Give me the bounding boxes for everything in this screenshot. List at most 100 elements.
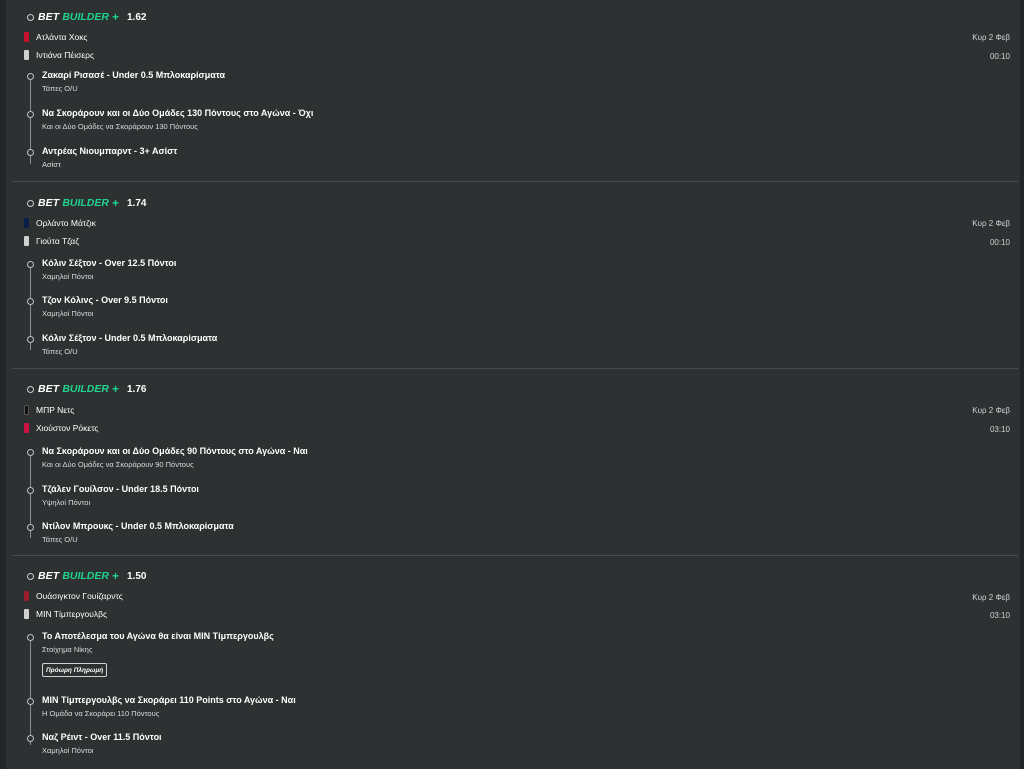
selection-title: Τζάλεν Γουίλσον - Under 18.5 Πόντοι [42, 484, 199, 494]
selection-title: Ντίλον Μπρουκς - Under 0.5 Μπλοκαρίσματα [42, 521, 234, 531]
selection-dot-icon [27, 524, 34, 531]
selection-market: Χαμηλοί Πόντοι [42, 746, 94, 755]
team-row-away: Ιντιάνα Πέισερς [24, 48, 94, 62]
selection-dot-icon [27, 487, 34, 494]
selection-dot-icon [27, 698, 34, 705]
plus-icon: + [111, 10, 119, 24]
selection-market: Τάπες O/U [42, 347, 78, 356]
event-time: 00:10 [989, 238, 1010, 247]
odds-value: 1.74 [127, 197, 147, 209]
selection-dot-icon [27, 735, 34, 742]
selection-title: Αντρέας Νιουμπαρντ - 3+ Ασίστ [42, 146, 178, 156]
team-name: Γιούτα Τζαζ [36, 236, 79, 246]
bet-label: BET [38, 197, 60, 209]
team-name: Ατλάντα Χοκς [36, 32, 88, 42]
jersey-icon [24, 609, 29, 619]
plus-icon: + [111, 382, 119, 396]
jersey-icon [24, 405, 29, 415]
early-payout-badge[interactable]: Πρόωρη Πληρωμή [42, 663, 108, 677]
selection-market: Τάπες O/U [42, 535, 78, 544]
bet-builder-header: BET BUILDER + 1.62 [27, 6, 146, 28]
bet-label: BET [38, 11, 60, 23]
bet-builder-card[interactable]: BET BUILDER + 1.76 ΜΠΡ Νετς Χιούστον Ρόκ… [12, 378, 1018, 550]
selection-market: Ασίστ [42, 160, 61, 169]
team-name: Ουάσιγκτον Γουίζαρντς [36, 591, 123, 601]
builder-label: BUILDER [62, 570, 109, 582]
event-date: Κυρ 2 Φεβ [972, 406, 1010, 415]
selection-title: Ζακαρί Ρισασέ - Under 0.5 Μπλοκαρίσματα [42, 70, 226, 80]
jersey-icon [24, 218, 29, 228]
card-divider [12, 555, 1018, 556]
selection-market: Στοίχημα Νίκης [42, 645, 93, 654]
bet-builder-header: BET BUILDER + 1.74 [27, 192, 146, 214]
team-name: Χιούστον Ρόκετς [36, 423, 99, 433]
odds-value: 1.50 [127, 570, 147, 582]
selection-title: ΜΙΝ Τίμπεργουλβς να Σκοράρει 110 Points … [42, 695, 296, 705]
selection-title: Κόλιν Σέξτον - Under 0.5 Μπλοκαρίσματα [42, 333, 218, 343]
team-row-home: Ορλάντο Μάτζικ [24, 216, 96, 230]
selection-dot-icon [27, 149, 34, 156]
selection-market: Χαμηλοί Πόντοι [42, 272, 94, 281]
selection-market: Και οι Δύο Ομάδες να Σκοράρουν 130 Πόντο… [42, 122, 198, 131]
selection-market: Η Ομάδα να Σκοράρει 110 Πόντους [42, 709, 160, 718]
team-row-home: Ουάσιγκτον Γουίζαρντς [24, 589, 123, 603]
selection-dot-icon [27, 336, 34, 343]
builder-label: BUILDER [62, 383, 109, 395]
selection-title: Να Σκοράρουν και οι Δύο Ομάδες 130 Πόντο… [42, 108, 314, 118]
team-name: ΜΠΡ Νετς [36, 405, 75, 415]
bet-builder-header: BET BUILDER + 1.50 [27, 565, 146, 587]
selection-dot-icon [27, 111, 34, 118]
bet-builder-header: BET BUILDER + 1.76 [27, 378, 146, 400]
team-name: ΜΙΝ Τίμπεργουλβς [36, 609, 108, 619]
builder-label: BUILDER [62, 11, 109, 23]
selection-dot-icon [27, 73, 34, 80]
timeline-line [30, 635, 31, 745]
builder-label: BUILDER [62, 197, 109, 209]
plus-icon: + [111, 196, 119, 210]
selection-market: Τάπες O/U [42, 84, 78, 93]
team-row-away: Χιούστον Ρόκετς [24, 421, 99, 435]
selection-title: Το Αποτέλεσμα του Αγώνα θα είναι ΜΙΝ Τίμ… [42, 631, 274, 641]
team-name: Ορλάντο Μάτζικ [36, 218, 96, 228]
radio-circle-icon[interactable] [27, 572, 34, 580]
card-divider [12, 181, 1018, 182]
team-row-home: ΜΠΡ Νετς [24, 403, 74, 417]
selection-market: Χαμηλοί Πόντοι [42, 309, 94, 318]
bet-label: BET [38, 383, 60, 395]
selection-dot-icon [27, 449, 34, 456]
bet-label: BET [38, 570, 60, 582]
jersey-icon [24, 423, 29, 433]
selection-title: Να Σκοράρουν και οι Δύο Ομάδες 90 Πόντου… [42, 446, 308, 456]
event-time: 00:10 [989, 52, 1010, 61]
bet-builder-list: BET BUILDER + 1.62 Ατλάντα Χοκς Ιντιάνα … [0, 0, 1024, 769]
selection-title: Κόλιν Σέξτον - Over 12.5 Πόντοι [42, 258, 177, 268]
selection-dot-icon [27, 298, 34, 305]
bet-builder-card[interactable]: BET BUILDER + 1.62 Ατλάντα Χοκς Ιντιάνα … [12, 6, 1018, 178]
selection-market: Υψηλοί Πόντοι [42, 498, 91, 507]
team-name: Ιντιάνα Πέισερς [36, 50, 95, 60]
radio-circle-icon[interactable] [27, 13, 34, 21]
odds-value: 1.62 [127, 11, 147, 23]
event-date: Κυρ 2 Φεβ [972, 33, 1010, 42]
event-time: 03:10 [989, 611, 1010, 620]
jersey-icon [24, 236, 29, 246]
selection-title: Ναζ Ρέιντ - Over 11.5 Πόντοι [42, 732, 162, 742]
bet-builder-card[interactable]: BET BUILDER + 1.74 Ορλάντο Μάτζικ Γιούτα… [12, 192, 1018, 364]
selection-market: Και οι Δύο Ομάδες να Σκοράρουν 90 Πόντου… [42, 460, 194, 469]
event-date: Κυρ 2 Φεβ [972, 593, 1010, 602]
radio-circle-icon[interactable] [27, 199, 34, 207]
radio-circle-icon[interactable] [27, 385, 34, 393]
event-time: 03:10 [989, 425, 1010, 434]
selection-title: Τζον Κόλινς - Over 9.5 Πόντοι [42, 295, 168, 305]
bet-builder-card[interactable]: BET BUILDER + 1.50 Ουάσιγκτον Γουίζαρντς… [12, 565, 1018, 769]
team-row-away: ΜΙΝ Τίμπεργουλβς [24, 607, 107, 621]
odds-value: 1.76 [127, 383, 147, 395]
jersey-icon [24, 50, 29, 60]
team-row-home: Ατλάντα Χοκς [24, 30, 87, 44]
jersey-icon [24, 32, 29, 42]
team-row-away: Γιούτα Τζαζ [24, 234, 79, 248]
jersey-icon [24, 591, 29, 601]
card-divider [12, 368, 1018, 369]
event-date: Κυρ 2 Φεβ [972, 219, 1010, 228]
selection-dot-icon [27, 634, 34, 641]
